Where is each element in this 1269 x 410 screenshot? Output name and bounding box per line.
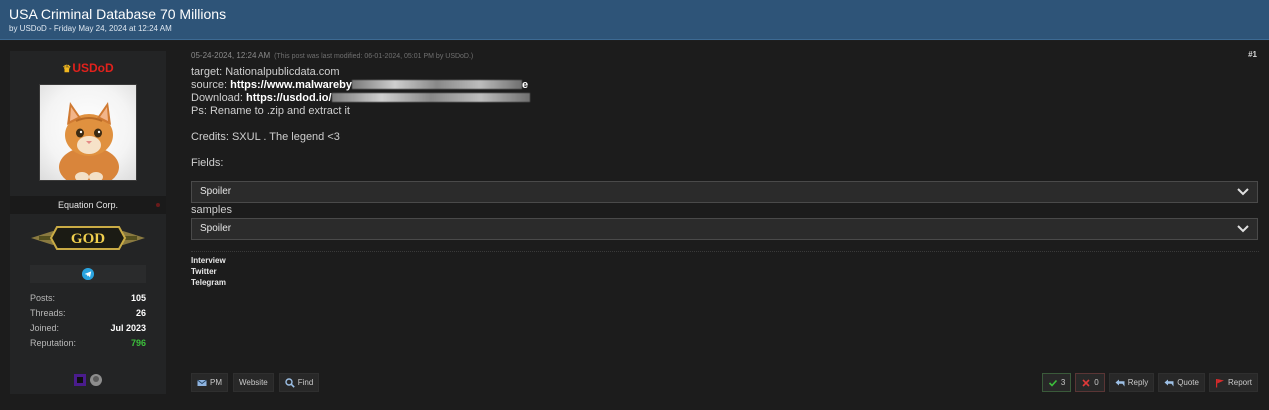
rank-label: GOD [71,231,105,247]
report-button[interactable]: Report [1208,373,1258,392]
search-icon [285,377,295,388]
post-line-fields: Fields: [191,157,224,169]
award-icons [74,374,102,386]
author-stats: Posts: 105 Threads: 26 Joined: Jul 2023 … [30,291,146,351]
stat-value: Jul 2023 [110,323,146,333]
rank-badge: GOD [31,223,145,253]
post-modified-note: (This post was last modified: 06-01-2024… [274,53,474,60]
stat-label: Joined: [30,323,60,333]
report-label: Report [1227,378,1252,387]
stat-row-joined: Joined: Jul 2023 [30,321,146,336]
spoiler-label: Spoiler [200,223,232,234]
download-link-text: https://usdod.io/ [246,92,332,104]
user-title-label: Equation Corp. [57,200,119,210]
signature-link-twitter[interactable]: Twitter [191,266,226,277]
redaction-blur [351,80,522,89]
author-name[interactable]: ♛USDoD [10,61,166,75]
user-title: Equation Corp. [10,196,166,214]
author-name-label: USDoD [72,61,114,75]
stat-row-reputation: Reputation: 796 [30,336,146,351]
post-line-download: Download: https://usdod.io/ [191,92,1259,105]
quote-label: Quote [1177,378,1199,387]
flag-icon [1215,378,1224,387]
stat-value: 105 [130,293,146,303]
x-icon [1082,378,1090,387]
thread-title: USA Criminal Database 70 Millions [9,6,227,22]
envelope-icon [197,379,207,386]
reply-icon [1115,379,1125,386]
quote-icon [1164,379,1174,386]
post-number[interactable]: #1 [1248,50,1257,59]
download-link[interactable]: https://usdod.io/ [246,92,530,104]
post-content: target: Nationalpublicdata.com source: h… [191,66,1259,170]
telegram-icon[interactable] [82,268,94,280]
thread-subtitle: by USDoD - Friday May 24, 2024 at 12:24 … [9,24,172,33]
reply-label: Reply [1127,378,1149,387]
crown-icon: ♛ [62,64,72,75]
stat-row-posts: Posts: 105 [30,291,146,306]
stat-value: 26 [135,308,146,318]
post-line-ps: Ps: Rename to .zip and extract it [191,105,350,117]
reply-button[interactable]: Reply [1108,373,1155,392]
post-body: 05-24-2024, 12:24 AM (This post was last… [191,41,1259,410]
website-button[interactable]: Website [233,373,274,392]
signature-divider [191,251,1259,252]
spoiler-toggle-samples[interactable]: Spoiler [191,218,1258,240]
rank-badge-image: GOD [31,226,145,250]
avatar[interactable] [39,84,137,181]
offline-status-icon [156,203,160,207]
chevron-down-icon [1237,188,1249,196]
quote-button[interactable]: Quote [1158,373,1205,392]
redaction-blur [331,93,530,102]
post-line-target: target: Nationalpublicdata.com [191,66,340,78]
post-actions: 3 0 Reply Quote Report [1041,373,1258,392]
cat-avatar-image [59,102,119,180]
find-button[interactable]: Find [278,373,320,392]
upvote-button[interactable]: 3 [1041,373,1072,392]
upvote-count: 3 [1060,378,1066,387]
stat-row-threads: Threads: 26 [30,306,146,321]
thread-header: USA Criminal Database 70 Millions by USD… [0,0,1269,40]
post: ♛USDoD Equation Corp. GOD Posts: 105 Thr… [0,41,1269,410]
chevron-down-icon [1237,225,1249,233]
downvote-count: 0 [1094,378,1099,387]
pm-button[interactable]: PM [191,373,228,392]
post-date[interactable]: 05-24-2024, 12:24 AM [191,51,270,60]
post-line-credits: Credits: SXUL . The legend <3 [191,131,340,143]
signature-link-interview[interactable]: Interview [191,255,226,266]
source-link-text: https://www.malwareby [230,79,352,91]
check-icon [1048,379,1057,387]
find-label: Find [297,378,314,387]
download-label: Download: [191,92,247,104]
signature: Interview Twitter Telegram [191,255,226,288]
stat-label: Threads: [30,308,66,318]
post-meta: 05-24-2024, 12:24 AM (This post was last… [191,51,473,60]
post-line-source: source: https://www.malwareby e [191,79,1259,92]
pm-label: PM [210,378,222,387]
signature-link-telegram[interactable]: Telegram [191,277,226,288]
post-line-samples: samples [191,204,232,216]
spoiler-toggle-fields[interactable]: Spoiler [191,181,1258,203]
author-panel: ♛USDoD Equation Corp. GOD Posts: 105 Thr… [10,51,166,394]
awards [72,373,106,387]
source-label: source: [191,79,231,91]
author-actions: PM Website Find [191,373,320,392]
reputation-value[interactable]: 796 [131,336,146,351]
spoiler-label: Spoiler [200,186,232,197]
source-link-tail: e [521,79,529,91]
social-bar [30,265,146,283]
website-label: Website [239,378,268,387]
source-link[interactable]: https://www.malwareby e [230,79,528,91]
stat-label: Posts: [30,293,56,303]
stat-label: Reputation: [30,338,77,348]
downvote-button[interactable]: 0 [1075,373,1105,392]
